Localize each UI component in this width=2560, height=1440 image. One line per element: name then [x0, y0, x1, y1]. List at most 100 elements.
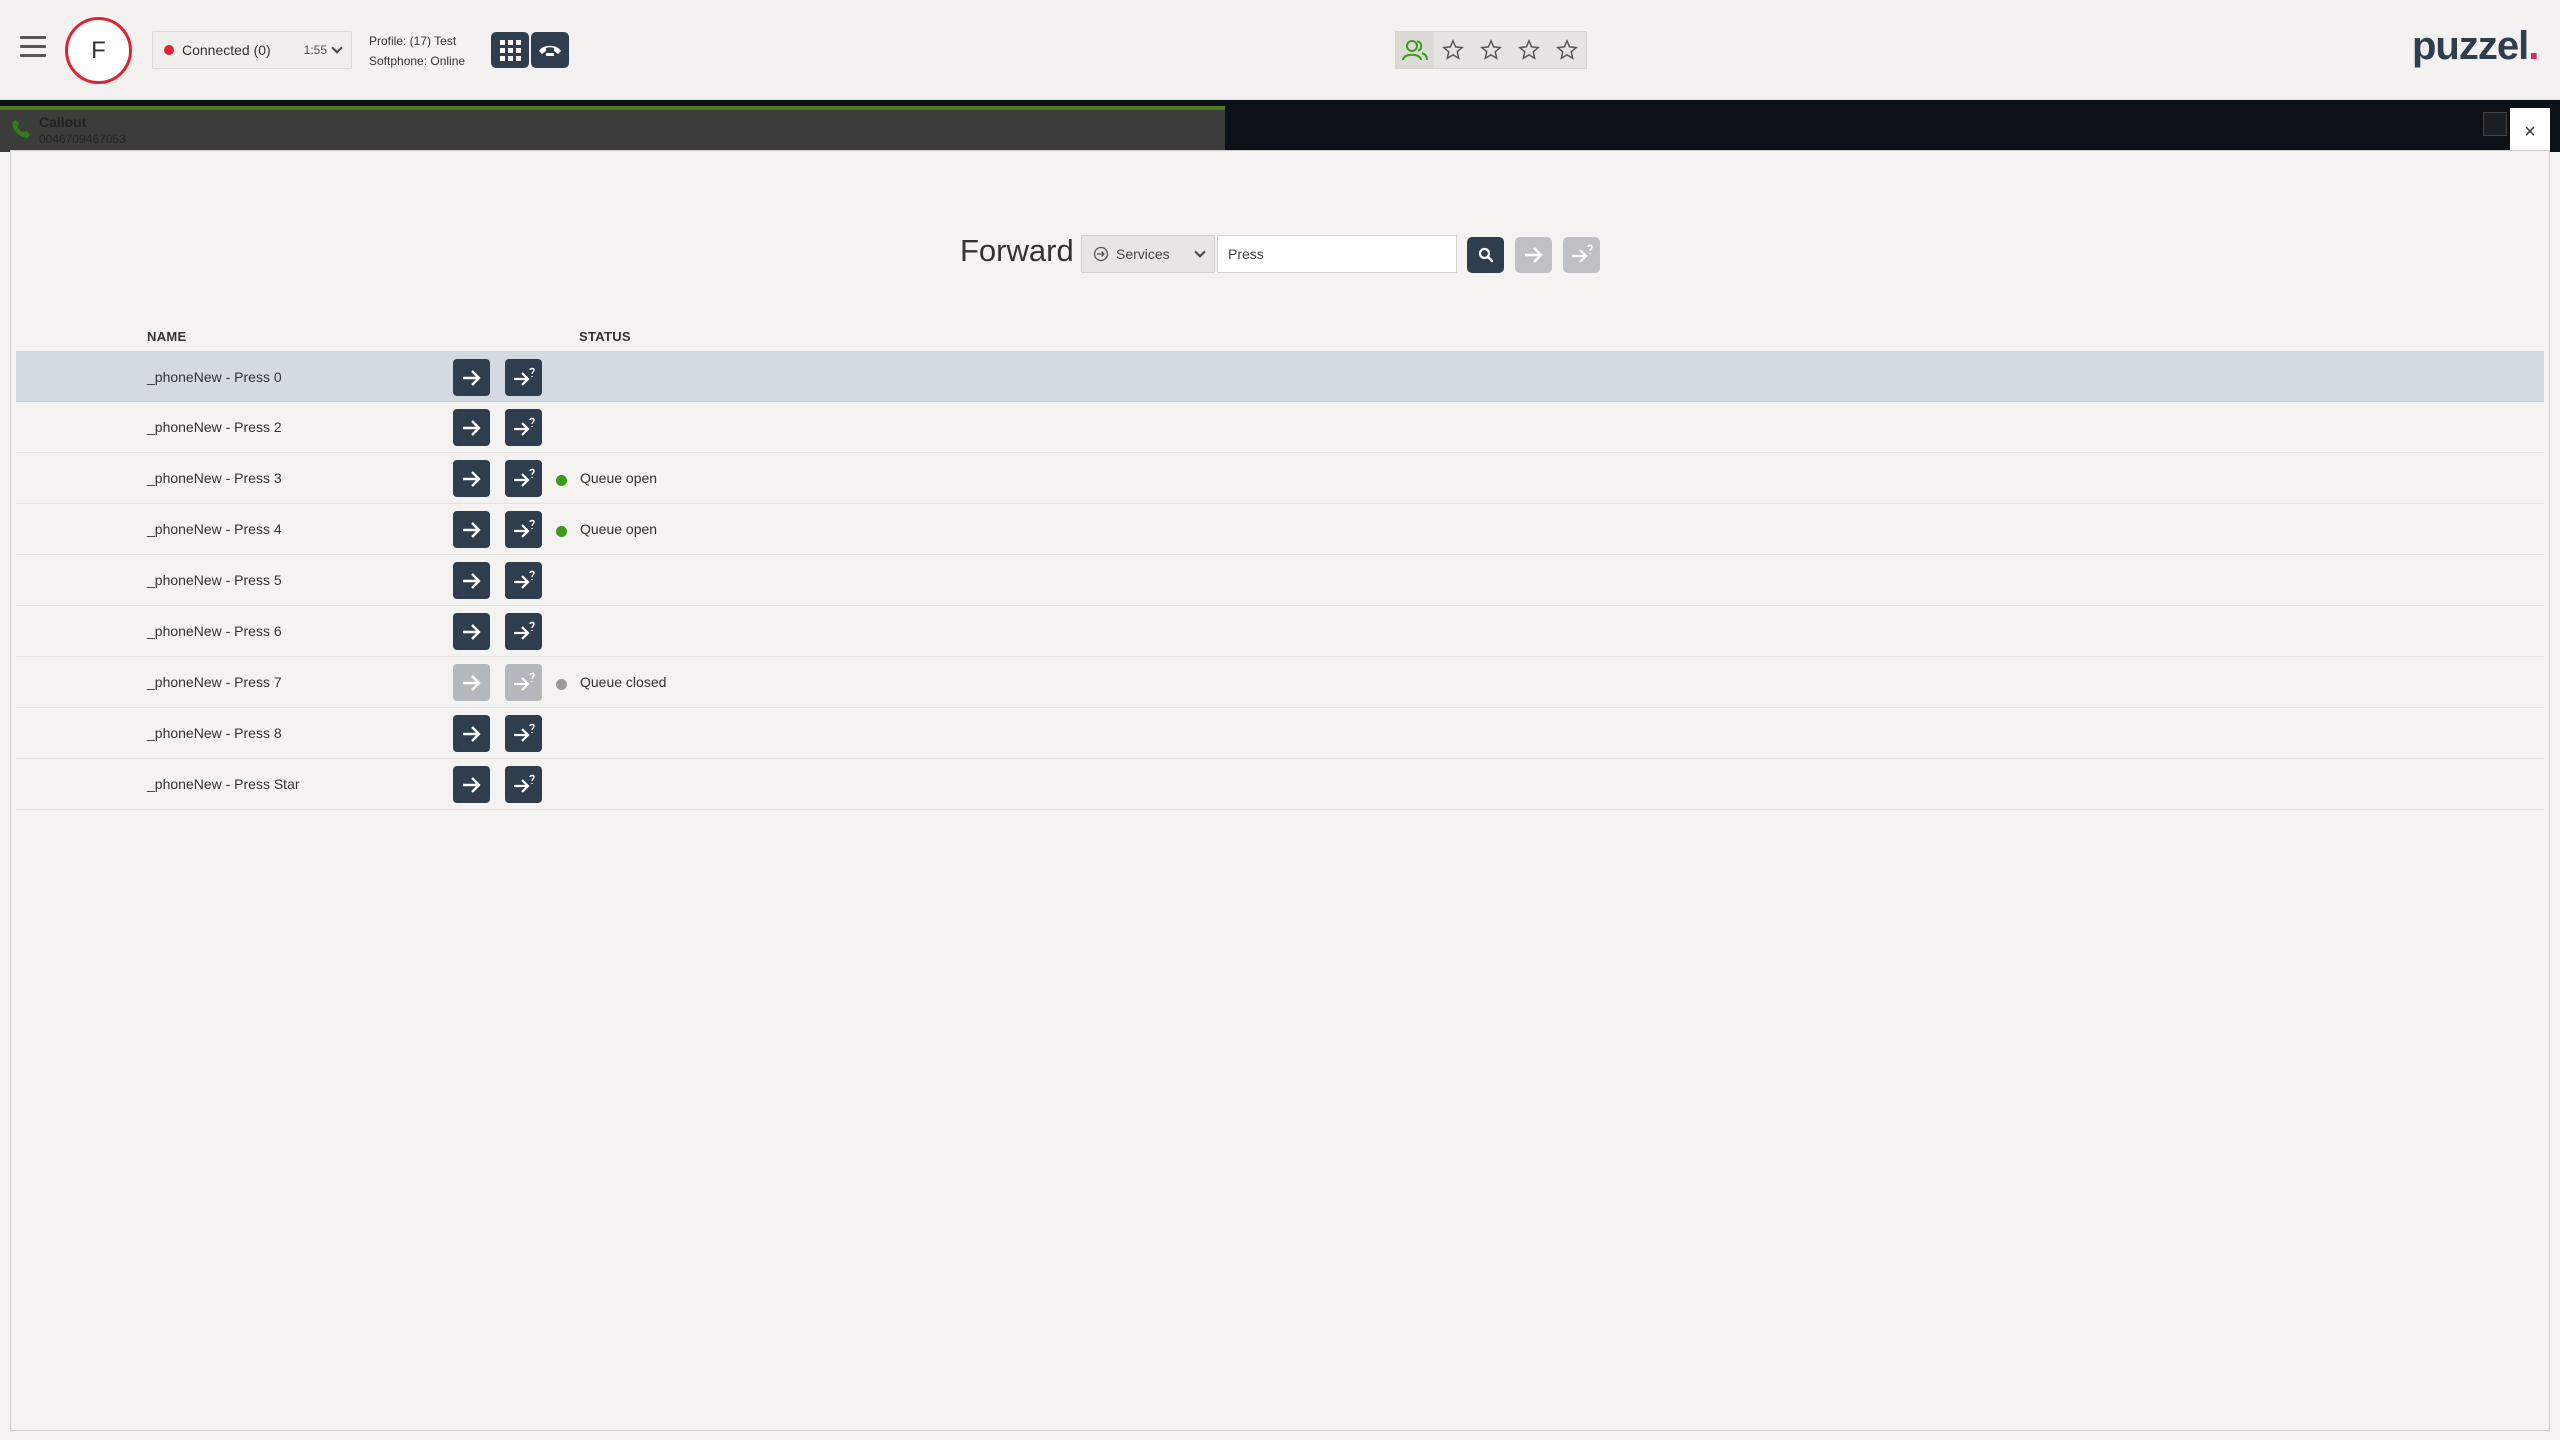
chevron-down-icon: [331, 42, 343, 54]
arrow-right-icon: [462, 470, 481, 487]
favorite-slot-3[interactable]: [1510, 32, 1548, 68]
arrow-right-icon: [462, 369, 481, 386]
queue-status-dot-icon: [556, 475, 567, 486]
star-icon: [1480, 39, 1502, 60]
status-dot-icon: [164, 45, 174, 55]
column-header-status: STATUS: [579, 329, 631, 344]
service-name: _phoneNew - Press 4: [147, 521, 282, 537]
forward-button[interactable]: [453, 359, 490, 396]
arrow-right-icon: [462, 572, 481, 589]
star-icon: [1442, 39, 1464, 60]
dialpad-button[interactable]: [491, 32, 529, 68]
consult-transfer-icon: [513, 723, 535, 742]
consult-button[interactable]: [505, 715, 542, 752]
consult-button[interactable]: [505, 460, 542, 497]
arrow-right-icon: [462, 674, 481, 691]
consult-transfer-icon: [513, 672, 535, 691]
consult-transfer-icon: [513, 774, 535, 793]
consult-button[interactable]: [505, 511, 542, 548]
hangup-button[interactable]: [531, 32, 569, 68]
service-row[interactable]: _phoneNew - Press 7 Queue closed: [16, 657, 2544, 708]
forward-button[interactable]: [453, 409, 490, 446]
forward-panel: Forward Services NAME STATUS _phoneNew -…: [10, 150, 2550, 1431]
profile-info: Profile: (17) Test Softphone: Online: [369, 31, 465, 71]
forward-type-label: Services: [1116, 246, 1170, 262]
queue-status: Queue open: [580, 470, 658, 486]
consult-button[interactable]: [505, 613, 542, 650]
consult-transfer-icon: [513, 519, 535, 538]
star-icon: [1556, 39, 1578, 60]
menu-icon[interactable]: [20, 36, 46, 58]
forward-button[interactable]: [453, 664, 490, 701]
arrow-right-icon: [462, 776, 481, 793]
service-list: _phoneNew - Press 0 _phoneNew - Press 2: [16, 351, 2544, 810]
consult-number-button[interactable]: [1563, 237, 1600, 273]
phone-icon: [11, 119, 31, 139]
consult-button[interactable]: [505, 359, 542, 396]
forward-button[interactable]: [453, 613, 490, 650]
consult-button[interactable]: [505, 664, 542, 701]
favorite-slot-2[interactable]: [1472, 32, 1510, 68]
status-dropdown[interactable]: Connected (0) 1:55: [152, 31, 352, 69]
service-row[interactable]: _phoneNew - Press 8: [16, 708, 2544, 759]
service-name: _phoneNew - Press 5: [147, 572, 282, 588]
forward-button[interactable]: [453, 562, 490, 599]
consult-transfer-icon: [513, 417, 535, 436]
consult-button[interactable]: [505, 562, 542, 599]
phone-hangup-icon: [539, 45, 561, 56]
arrow-right-icon: [462, 623, 481, 640]
service-row[interactable]: _phoneNew - Press Star: [16, 759, 2544, 810]
arrow-right-icon: [1524, 247, 1543, 263]
status-label: Connected (0): [182, 42, 271, 58]
forward-number-button[interactable]: [1515, 237, 1552, 273]
close-button[interactable]: ×: [2510, 108, 2550, 156]
service-row[interactable]: _phoneNew - Press 4 Queue open: [16, 504, 2544, 555]
service-name: _phoneNew - Press 0: [147, 369, 282, 385]
service-name: _phoneNew - Press 8: [147, 725, 282, 741]
service-name: _phoneNew - Press 6: [147, 623, 282, 639]
service-name: _phoneNew - Press 7: [147, 674, 282, 690]
consult-button[interactable]: [505, 409, 542, 446]
service-row[interactable]: _phoneNew - Press 5: [16, 555, 2544, 606]
softphone-line: Softphone: Online: [369, 54, 466, 68]
brand-logo: puzzel.: [2412, 24, 2539, 68]
service-name: _phoneNew - Press Star: [147, 776, 300, 792]
consult-button[interactable]: [505, 766, 542, 803]
call-card[interactable]: Callout 0046709467053: [0, 106, 1225, 152]
agent-group-icon: [1402, 40, 1428, 61]
consult-transfer-icon: [513, 621, 535, 640]
favorite-slot-1[interactable]: [1434, 32, 1472, 68]
forward-button[interactable]: [453, 511, 490, 548]
dialpad-icon: [499, 39, 521, 61]
queue-status: Queue closed: [580, 674, 667, 690]
forward-button[interactable]: [453, 766, 490, 803]
agent-group-button[interactable]: [1396, 32, 1434, 68]
avatar[interactable]: F: [65, 17, 132, 84]
chevron-down-icon: [1194, 246, 1206, 258]
forward-button[interactable]: [453, 715, 490, 752]
consult-transfer-icon: [513, 367, 535, 386]
service-row[interactable]: _phoneNew - Press 0: [16, 351, 2544, 402]
consult-transfer-icon: [513, 468, 535, 487]
consult-transfer-icon: [1571, 244, 1593, 263]
queue-status: Queue open: [580, 521, 658, 537]
search-button[interactable]: [1467, 237, 1504, 273]
star-icon: [1518, 39, 1540, 60]
service-row[interactable]: _phoneNew - Press 2: [16, 402, 2544, 453]
service-row[interactable]: _phoneNew - Press 6: [16, 606, 2544, 657]
layout-toggle-icon[interactable]: [2483, 112, 2507, 136]
profile-line: Profile: (17) Test: [369, 34, 457, 48]
forward-button[interactable]: [453, 460, 490, 497]
queue-status-dot-icon: [556, 526, 567, 537]
favorites-bar: [1395, 31, 1587, 69]
arrow-right-icon: [462, 725, 481, 742]
search-input[interactable]: [1217, 235, 1457, 273]
column-header-name: NAME: [147, 329, 187, 344]
favorite-slot-4[interactable]: [1548, 32, 1586, 68]
service-row[interactable]: _phoneNew - Press 3 Queue open: [16, 453, 2544, 504]
call-number: 0046709467053: [39, 132, 126, 146]
forward-type-dropdown[interactable]: Services: [1081, 235, 1215, 273]
arrow-right-icon: [462, 521, 481, 538]
service-icon: [1093, 246, 1109, 262]
forward-title: Forward: [960, 233, 1074, 268]
